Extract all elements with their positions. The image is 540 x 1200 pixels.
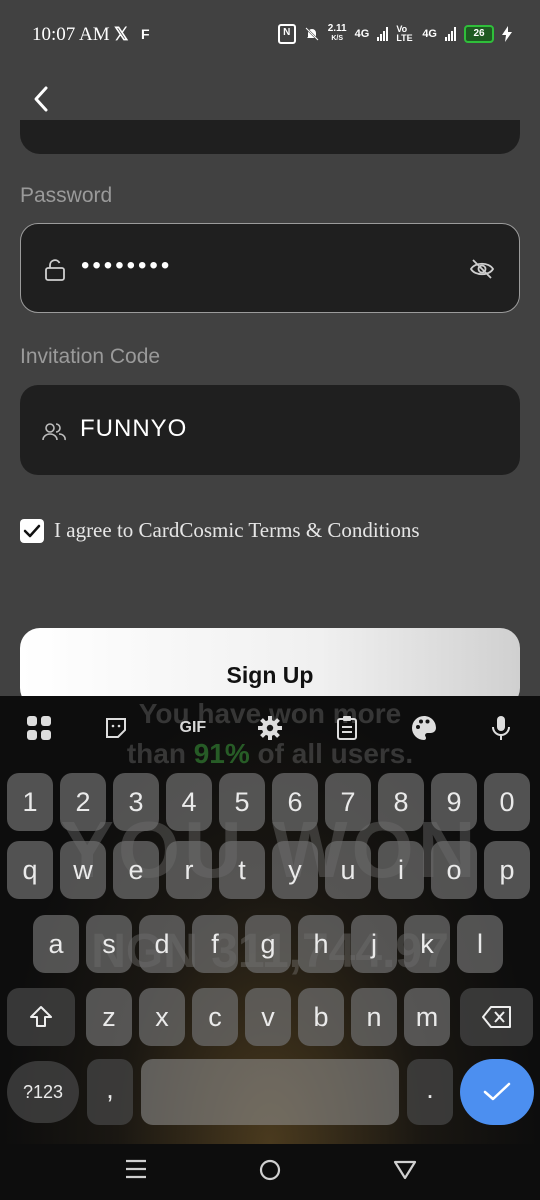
- key-9[interactable]: 9: [431, 773, 477, 831]
- key-i[interactable]: i: [378, 841, 424, 899]
- system-nav-bar: [0, 1144, 540, 1200]
- key-b[interactable]: b: [298, 988, 344, 1046]
- back-arrow-icon[interactable]: [28, 82, 58, 116]
- period-key[interactable]: .: [407, 1059, 453, 1125]
- terms-text[interactable]: I agree to CardCosmic Terms & Conditions: [54, 518, 420, 543]
- key-j[interactable]: j: [351, 915, 397, 973]
- key-g[interactable]: g: [245, 915, 291, 973]
- signal-icon-2: [445, 27, 456, 41]
- mute-bell-icon: [304, 27, 319, 41]
- key-1[interactable]: 1: [7, 773, 53, 831]
- key-o[interactable]: o: [431, 841, 477, 899]
- password-field[interactable]: ••••••••: [20, 223, 520, 313]
- apps-icon[interactable]: [24, 713, 54, 743]
- key-c[interactable]: c: [192, 988, 238, 1046]
- check-icon: [483, 1082, 511, 1101]
- invitation-code-input[interactable]: FUNNYO: [80, 415, 187, 443]
- recents-menu-icon[interactable]: [124, 1158, 148, 1180]
- key-7[interactable]: 7: [325, 773, 371, 831]
- clipboard-icon[interactable]: [332, 713, 362, 743]
- key-f[interactable]: f: [192, 915, 238, 973]
- key-a[interactable]: a: [33, 915, 79, 973]
- back-triangle-icon[interactable]: [393, 1159, 417, 1181]
- net-speed-unit: K/S: [331, 35, 343, 42]
- eye-off-icon[interactable]: [469, 258, 495, 280]
- previous-input-field[interactable]: [20, 120, 520, 154]
- network-4g-label-2: 4G: [422, 28, 437, 40]
- net-speed: 2.11 K/S: [328, 24, 347, 44]
- key-d[interactable]: d: [139, 915, 185, 973]
- invitation-code-field[interactable]: FUNNYO: [20, 385, 520, 475]
- gif-button[interactable]: GIF: [178, 713, 208, 743]
- charging-icon: [502, 26, 512, 42]
- volte-label: Vo LTE: [396, 24, 413, 43]
- password-input[interactable]: ••••••••: [81, 252, 172, 280]
- key-s[interactable]: s: [86, 915, 132, 973]
- password-label: Password: [20, 184, 113, 207]
- notification-app-icon: F: [141, 26, 150, 42]
- space-bar[interactable]: [141, 1059, 399, 1125]
- battery-icon: 26: [464, 25, 494, 43]
- key-n[interactable]: n: [351, 988, 397, 1046]
- key-u[interactable]: u: [325, 841, 371, 899]
- comma-key[interactable]: ,: [87, 1059, 133, 1125]
- key-x[interactable]: x: [139, 988, 185, 1046]
- symbols-key[interactable]: ?123: [7, 1061, 79, 1123]
- mic-icon[interactable]: [486, 713, 516, 743]
- nfc-icon: N: [277, 24, 296, 44]
- palette-icon[interactable]: [409, 713, 439, 743]
- key-l[interactable]: l: [457, 915, 503, 973]
- done-button[interactable]: [460, 1059, 534, 1125]
- keyboard-toolbar: GIF: [0, 696, 540, 760]
- invitation-code-label: Invitation Code: [20, 345, 161, 368]
- key-e[interactable]: e: [113, 841, 159, 899]
- key-p[interactable]: p: [484, 841, 530, 899]
- key-h[interactable]: h: [298, 915, 344, 973]
- key-k[interactable]: k: [404, 915, 450, 973]
- key-v[interactable]: v: [245, 988, 291, 1046]
- key-r[interactable]: r: [166, 841, 212, 899]
- key-z[interactable]: z: [86, 988, 132, 1046]
- shift-key[interactable]: [7, 988, 75, 1046]
- sign-up-label: Sign Up: [226, 662, 314, 688]
- lock-icon: [45, 259, 65, 281]
- key-y[interactable]: y: [272, 841, 318, 899]
- sticker-icon[interactable]: [101, 713, 131, 743]
- home-circle-icon[interactable]: [258, 1158, 282, 1182]
- status-icons: N 2.11 K/S 4G Vo LTE 4G 26: [277, 24, 512, 44]
- status-bar: 10:07 AM 𝕏 F N 2.11 K/S 4G Vo LTE 4G 26: [0, 0, 540, 70]
- key-q[interactable]: q: [7, 841, 53, 899]
- key-m[interactable]: m: [404, 988, 450, 1046]
- soft-keyboard: You have won more than 91% of all users.…: [0, 696, 540, 1144]
- key-2[interactable]: 2: [60, 773, 106, 831]
- key-4[interactable]: 4: [166, 773, 212, 831]
- key-0[interactable]: 0: [484, 773, 530, 831]
- key-w[interactable]: w: [60, 841, 106, 899]
- network-4g-label: 4G: [354, 28, 370, 40]
- net-speed-value: 2.11: [327, 23, 347, 34]
- key-8[interactable]: 8: [378, 773, 424, 831]
- x-app-icon: 𝕏: [114, 24, 129, 44]
- key-5[interactable]: 5: [219, 773, 265, 831]
- users-icon: [42, 423, 66, 441]
- key-3[interactable]: 3: [113, 773, 159, 831]
- key-6[interactable]: 6: [272, 773, 318, 831]
- status-time: 10:07 AM: [32, 24, 110, 45]
- signal-icon: [377, 27, 389, 41]
- terms-agreement[interactable]: I agree to CardCosmic Terms & Conditions: [20, 518, 420, 543]
- settings-icon[interactable]: [255, 713, 285, 743]
- checkmark-icon: [23, 524, 41, 537]
- key-t[interactable]: t: [219, 841, 265, 899]
- terms-checkbox[interactable]: [20, 518, 44, 543]
- backspace-key[interactable]: [460, 988, 533, 1046]
